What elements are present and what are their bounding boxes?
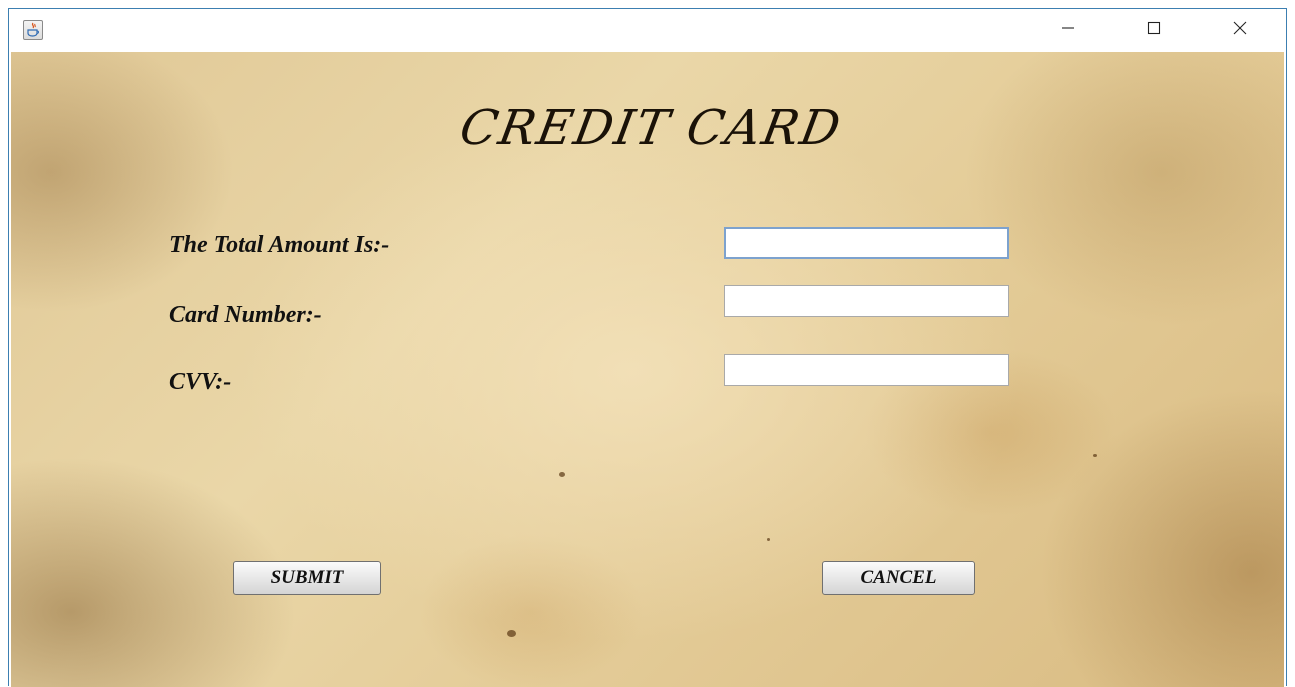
maximize-icon bbox=[1147, 21, 1161, 40]
cancel-button[interactable]: CANCEL bbox=[822, 561, 975, 595]
stain-speck bbox=[507, 630, 516, 637]
submit-button[interactable]: SUBMIT bbox=[233, 561, 381, 595]
stain-speck bbox=[559, 472, 565, 477]
total-amount-field[interactable] bbox=[724, 227, 1009, 259]
cvv-field[interactable] bbox=[724, 354, 1009, 386]
app-window: CREDIT CARD The Total Amount Is:- Card N… bbox=[8, 8, 1287, 687]
stain-speck bbox=[1093, 454, 1097, 457]
close-button[interactable] bbox=[1217, 9, 1263, 52]
card-number-label: Card Number:- bbox=[169, 302, 322, 328]
minimize-icon bbox=[1061, 21, 1075, 40]
stain-speck bbox=[767, 538, 770, 541]
cvv-label: CVV:- bbox=[169, 369, 232, 395]
page-title: CREDIT CARD bbox=[455, 100, 847, 156]
java-cup-icon[interactable] bbox=[23, 20, 43, 40]
total-amount-label: The Total Amount Is:- bbox=[169, 232, 390, 258]
title-bar[interactable] bbox=[9, 9, 1286, 52]
card-number-field[interactable] bbox=[724, 285, 1009, 317]
parchment-panel: CREDIT CARD The Total Amount Is:- Card N… bbox=[11, 52, 1284, 687]
close-icon bbox=[1233, 21, 1247, 40]
minimize-button[interactable] bbox=[1045, 9, 1091, 52]
maximize-button[interactable] bbox=[1131, 9, 1177, 52]
